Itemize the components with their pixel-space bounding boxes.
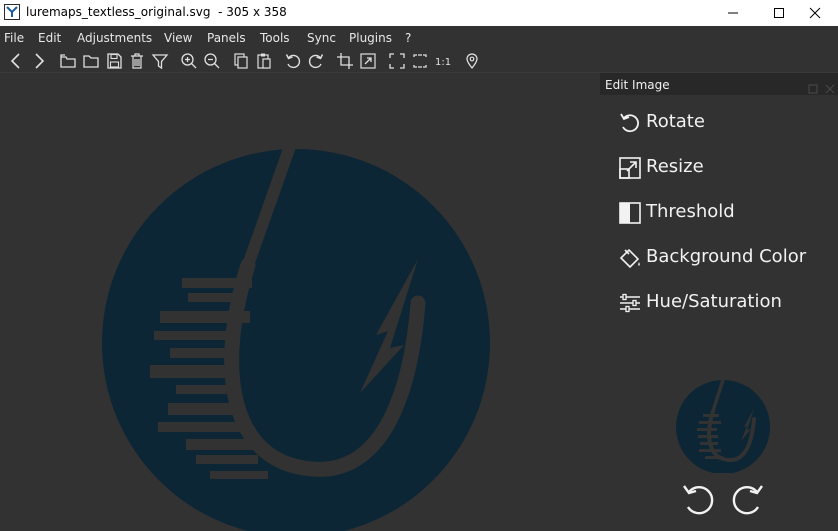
background-color-action[interactable]: Background Color xyxy=(618,241,828,271)
resize-icon[interactable] xyxy=(359,52,377,70)
menu-help[interactable]: ? xyxy=(405,31,411,45)
rotate-left-icon[interactable] xyxy=(284,52,302,70)
resize-action[interactable]: Resize xyxy=(618,151,828,181)
back-icon[interactable] xyxy=(7,52,25,70)
menu-panels[interactable]: Panels xyxy=(207,31,246,45)
float-panel-icon[interactable] xyxy=(808,79,818,94)
actual-size-icon[interactable]: 1:1 xyxy=(434,52,452,70)
delete-icon[interactable] xyxy=(128,52,146,70)
paste-icon[interactable] xyxy=(255,52,273,70)
filter-icon[interactable] xyxy=(151,52,169,70)
title-bar: luremaps_textless_original.svg - 305 x 3… xyxy=(0,0,838,26)
maximize-icon xyxy=(774,8,784,18)
hue-saturation-label: Hue/Saturation xyxy=(646,291,782,312)
save-icon[interactable] xyxy=(105,52,123,70)
resize-label: Resize xyxy=(646,156,704,177)
forward-icon[interactable] xyxy=(30,52,48,70)
rotate-right-icon xyxy=(732,485,763,515)
zoom-out-icon[interactable] xyxy=(203,52,221,70)
menu-tools[interactable]: Tools xyxy=(260,31,290,45)
rotate-right-button[interactable] xyxy=(730,482,766,518)
menu-plugins[interactable]: Plugins xyxy=(349,31,392,45)
actual-size-label: 1:1 xyxy=(435,57,451,68)
copy-icon[interactable] xyxy=(232,52,250,70)
toolbar: 1:1 xyxy=(0,50,838,73)
image-canvas[interactable] xyxy=(0,73,600,531)
paint-bucket-icon xyxy=(618,246,642,270)
resize-icon xyxy=(618,156,642,180)
rotate-icon xyxy=(618,111,642,135)
hue-saturation-action[interactable]: Hue/Saturation xyxy=(618,286,828,316)
close-panel-icon[interactable] xyxy=(825,79,835,94)
fullscreen-icon[interactable] xyxy=(388,52,406,70)
panel-title: Edit Image xyxy=(605,78,670,92)
menu-adjustments[interactable]: Adjustments xyxy=(77,31,152,45)
threshold-icon xyxy=(618,201,642,225)
menu-bar: File Edit Adjustments View Panels Tools … xyxy=(0,26,838,50)
rotate-label: Rotate xyxy=(646,111,705,132)
menu-view[interactable]: View xyxy=(164,31,192,45)
panel-header: Edit Image xyxy=(600,73,838,95)
fit-icon[interactable] xyxy=(411,52,429,70)
close-icon xyxy=(809,7,821,19)
minimize-button[interactable] xyxy=(710,0,756,26)
rotate-left-icon xyxy=(683,485,714,515)
folder-icon[interactable] xyxy=(82,52,100,70)
location-icon[interactable] xyxy=(463,52,481,70)
menu-file[interactable]: File xyxy=(4,31,24,45)
lure-logo-image xyxy=(102,73,490,531)
menu-sync[interactable]: Sync xyxy=(307,31,336,45)
rotate-left-button[interactable] xyxy=(680,482,716,518)
zoom-in-icon[interactable] xyxy=(180,52,198,70)
lure-logo-thumbnail xyxy=(676,363,770,473)
threshold-label: Threshold xyxy=(646,201,735,222)
crop-icon[interactable] xyxy=(336,52,354,70)
sliders-icon xyxy=(618,291,642,315)
app-logo-icon xyxy=(4,4,20,20)
open-folder-icon[interactable] xyxy=(59,52,77,70)
background-color-label: Background Color xyxy=(646,246,807,267)
window-title: luremaps_textless_original.svg - 305 x 3… xyxy=(26,5,287,19)
edit-image-panel: Edit Image Rotate Resize Threshold Backg… xyxy=(600,73,838,531)
rotate-right-icon[interactable] xyxy=(307,52,325,70)
threshold-action[interactable]: Threshold xyxy=(618,196,828,226)
close-button[interactable] xyxy=(792,0,838,26)
rotate-action[interactable]: Rotate xyxy=(618,106,828,136)
minimize-icon xyxy=(728,12,738,14)
menu-edit[interactable]: Edit xyxy=(38,31,61,45)
